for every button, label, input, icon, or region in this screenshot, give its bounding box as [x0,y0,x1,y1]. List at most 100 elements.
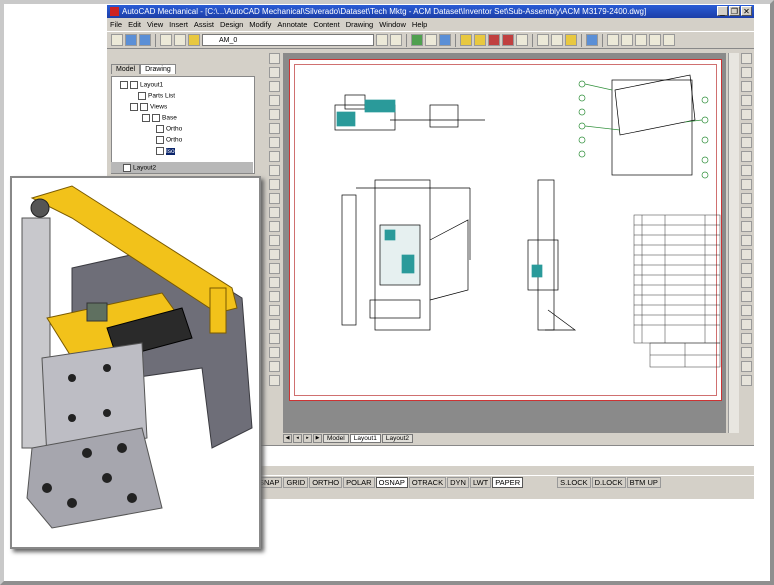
command-line[interactable] [256,445,754,466]
first-tab-icon[interactable]: ◀ [283,433,292,443]
rotate-icon[interactable] [740,319,752,330]
tab-layout1[interactable]: Layout1 [349,433,381,443]
preview-icon[interactable] [174,34,186,46]
move-icon[interactable] [740,305,752,316]
erase-icon[interactable] [502,34,514,46]
tool-icon[interactable] [268,333,280,344]
polygon-icon[interactable] [740,95,752,106]
tab-layout2[interactable]: Layout2 [381,433,413,443]
grid-toggle[interactable]: GRID [283,476,309,488]
paper-toggle[interactable]: PAPER [492,476,524,488]
lwt-toggle[interactable]: LWT [469,476,492,488]
zoom-realtime-icon[interactable] [621,34,633,46]
open-icon[interactable] [125,34,137,46]
tree-item-layout2[interactable]: Layout2 [123,164,156,172]
dimension-icon[interactable] [537,34,549,46]
tool-icon[interactable] [268,235,280,246]
erase-icon[interactable] [740,235,752,246]
tool-icon[interactable] [268,305,280,316]
menu-edit[interactable]: Edit [125,20,144,29]
collapse-icon[interactable] [130,103,138,111]
line-icon[interactable] [740,53,752,64]
extend-icon[interactable] [740,375,752,386]
tree-item-base[interactable]: Base [142,114,177,122]
hide-icon[interactable] [460,34,472,46]
tree-item-parts-list[interactable]: Parts List [138,92,175,100]
zoom-window-icon[interactable] [635,34,647,46]
tool-icon[interactable] [268,193,280,204]
vertical-scrollbar[interactable] [728,53,739,433]
tool-icon[interactable] [268,81,280,92]
insert-block-icon[interactable] [740,179,752,190]
zoom-previous-icon[interactable] [649,34,661,46]
new-icon[interactable] [111,34,123,46]
last-tab-icon[interactable]: ▶ [313,433,322,443]
tool-icon[interactable] [268,291,280,302]
tool-icon[interactable] [268,375,280,386]
ortho-toggle[interactable]: ORTHO [309,476,343,488]
redo-icon[interactable] [390,34,402,46]
undo-icon[interactable] [376,34,388,46]
tool-icon[interactable] [268,249,280,260]
tree-item-layout1[interactable]: Layout1 [120,81,163,89]
offset-icon[interactable] [740,277,752,288]
layer-properties-icon[interactable] [188,34,200,46]
collapse-icon[interactable] [142,114,150,122]
menu-help[interactable]: Help [409,20,430,29]
tool-icon[interactable] [268,151,280,162]
ellipse-icon[interactable] [740,165,752,176]
minimize-button[interactable]: _ [717,6,728,16]
tree-item-layout2-row[interactable]: Layout2 [111,162,253,173]
tool-icon[interactable] [268,347,280,358]
tab-model[interactable]: Model [323,433,349,443]
power-dimension-icon[interactable] [411,34,423,46]
arc-icon[interactable] [740,123,752,134]
power-snap-icon[interactable] [425,34,437,46]
help-icon[interactable] [586,34,598,46]
construction-line-icon[interactable] [740,67,752,78]
tree-item-iso[interactable]: Iso [156,147,175,155]
tool-icon[interactable] [268,123,280,134]
circle-icon[interactable] [740,137,752,148]
menu-window[interactable]: Window [376,20,409,29]
copy-icon[interactable] [740,249,752,260]
menu-assist[interactable]: Assist [191,20,217,29]
tool-icon[interactable] [268,53,280,64]
polar-toggle[interactable]: POLAR [343,476,375,488]
tool-icon[interactable] [268,109,280,120]
zoom-extents-icon[interactable] [663,34,675,46]
rectangle-icon[interactable] [740,109,752,120]
tab-model[interactable]: Model [111,64,141,74]
menu-insert[interactable]: Insert [166,20,191,29]
otrack-toggle[interactable]: OTRACK [408,476,447,488]
prev-tab-icon[interactable]: ◂ [293,433,302,443]
stretch-icon[interactable] [740,347,752,358]
tool-icon[interactable] [268,165,280,176]
tool-icon[interactable] [268,263,280,274]
menu-modify[interactable]: Modify [246,20,274,29]
next-tab-icon[interactable]: ▸ [303,433,312,443]
edit-icon[interactable] [488,34,500,46]
menu-content[interactable]: Content [310,20,342,29]
s-lock-toggle[interactable]: S.LOCK [557,476,591,488]
balloon-icon[interactable] [551,34,563,46]
region-icon[interactable] [740,221,752,232]
tool-icon[interactable] [268,207,280,218]
spline-icon[interactable] [740,151,752,162]
point-icon[interactable] [740,193,752,204]
tree-item-ortho[interactable]: Ortho [156,136,182,144]
scale-icon[interactable] [740,333,752,344]
mirror-icon[interactable] [740,263,752,274]
layer-dropdown[interactable]: AM_0 [202,34,374,46]
trim-icon[interactable] [740,361,752,372]
tool-icon[interactable] [268,221,280,232]
power-view-icon[interactable] [439,34,451,46]
restore-button[interactable]: ❐ [729,6,740,16]
tree-item-ortho[interactable]: Ortho [156,125,182,133]
tool-icon[interactable] [268,319,280,330]
collapse-icon[interactable] [120,81,128,89]
measure-icon[interactable] [516,34,528,46]
menu-drawing[interactable]: Drawing [343,20,377,29]
tool-icon[interactable] [268,277,280,288]
menu-design[interactable]: Design [217,20,246,29]
